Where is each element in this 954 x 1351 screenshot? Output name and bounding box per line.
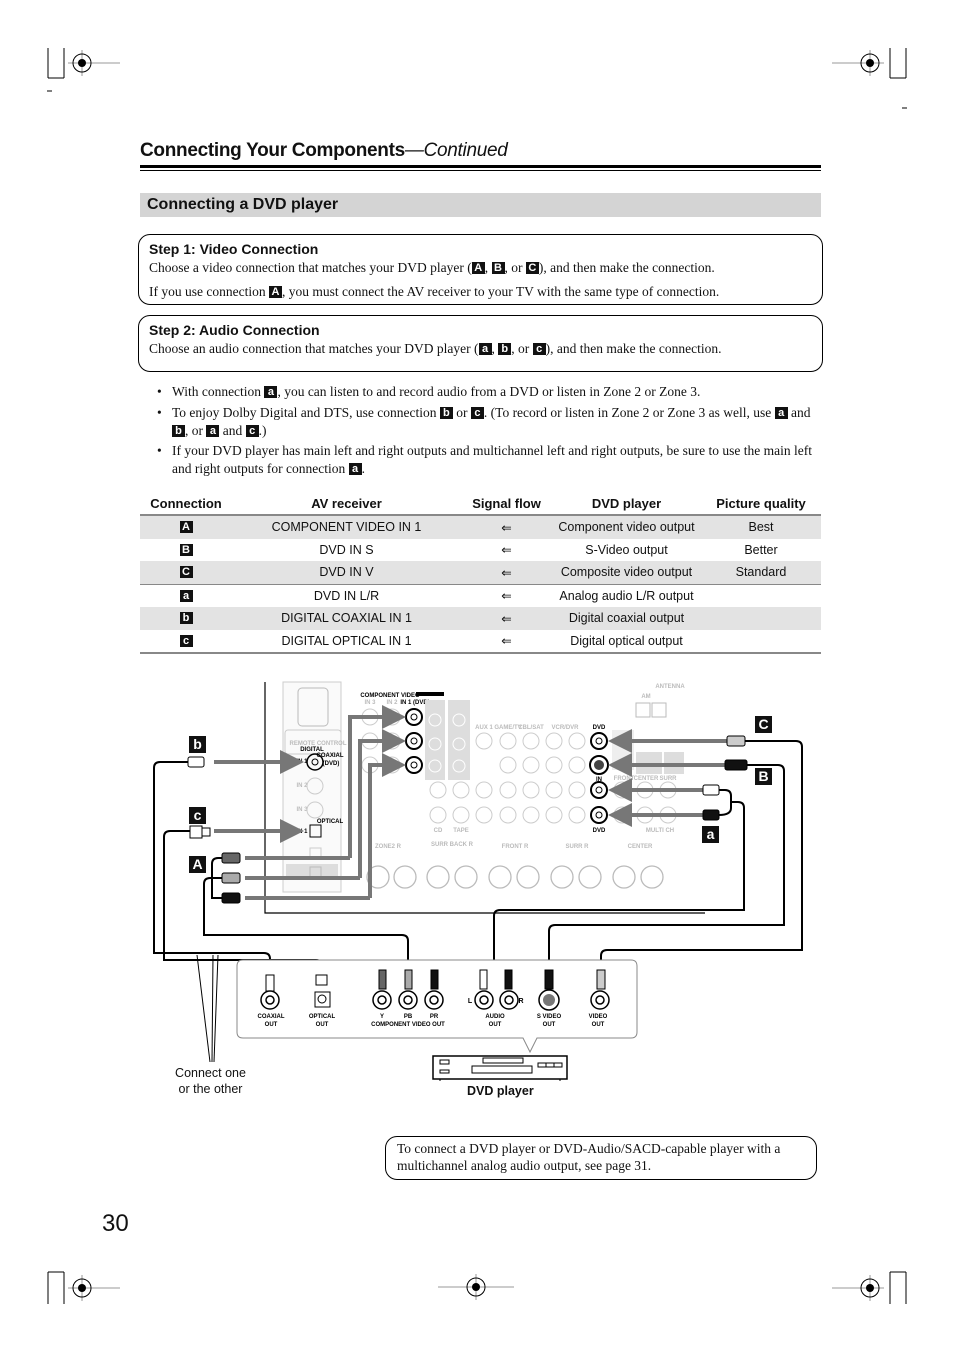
component-plug-pr xyxy=(221,892,241,904)
connect-one-or-other-note: Connect one or the other xyxy=(175,1066,246,1096)
output-label: PB xyxy=(404,1014,413,1020)
component-in3-label: IN 3 xyxy=(364,700,376,706)
label-connection-B: B xyxy=(755,768,772,785)
speaker-terminals: ZONE2 R SURR BACK R FRONT R SURR R CENTE… xyxy=(366,842,664,889)
optical-plug xyxy=(189,825,203,839)
output-label: OUT xyxy=(592,1022,605,1028)
group-label: CD xyxy=(434,828,443,834)
output-label: OUT xyxy=(265,1022,278,1028)
speaker-label: ZONE2 R xyxy=(375,844,402,850)
audio-plug-l xyxy=(702,784,720,796)
dvd-group-label-bottom: DVD xyxy=(593,828,606,834)
surr-label: SURR xyxy=(659,776,677,782)
component-plug-pb xyxy=(221,872,241,884)
digital-in2-label: IN 2 xyxy=(296,783,308,789)
dvd-in-v-jack xyxy=(590,732,608,750)
component-video-in1-jacks xyxy=(405,708,423,774)
label-connection-a: a xyxy=(702,826,719,843)
dvd-tag: (DVD) xyxy=(323,761,340,767)
component-in2-label: IN 2 xyxy=(386,700,398,706)
label-connection-A: A xyxy=(189,856,206,873)
dvd-player-icon xyxy=(432,1055,568,1081)
multichannel-note-text: To connect a DVD player or DVD-Audio/SAC… xyxy=(397,1141,781,1173)
am-label: AM xyxy=(641,694,650,700)
page-number: 30 xyxy=(102,1210,129,1237)
dvd-group-label: DVD xyxy=(593,725,606,731)
connect-one-pointer-lines xyxy=(196,954,219,1063)
coaxial-plug xyxy=(187,756,205,768)
digital-in3-label: IN 3 xyxy=(296,807,308,813)
output-label: OUT xyxy=(489,1022,502,1028)
speaker-label: CENTER xyxy=(628,844,653,850)
label-connection-C: C xyxy=(755,716,772,733)
dvd-in-r-jack xyxy=(590,806,608,824)
plugs-right xyxy=(702,735,748,821)
component-video-label: COMPONENT VIDEO xyxy=(360,693,420,699)
audio-plug-r xyxy=(702,809,720,821)
speaker-label: SURR R xyxy=(565,844,589,850)
dvd-in-l-jack xyxy=(590,781,608,799)
output-label: OPTICAL xyxy=(309,1014,336,1020)
label-connection-c: c xyxy=(189,807,206,824)
output-label: VIDEO xyxy=(589,1014,608,1020)
output-label: COAXIAL xyxy=(258,1014,285,1020)
front-label: FRONT xyxy=(614,776,635,782)
optical-out-plug xyxy=(315,974,328,986)
output-label: OUT xyxy=(543,1022,556,1028)
speaker-label: FRONT R xyxy=(502,844,529,850)
group-label: VCR/DVR xyxy=(551,725,579,731)
output-label: S VIDEO xyxy=(537,1014,562,1020)
speaker-label: SURR BACK R xyxy=(431,842,474,848)
coaxial-out-plug xyxy=(265,974,275,992)
audio-r-label: R xyxy=(518,998,523,1005)
multichannel-note-box: To connect a DVD player or DVD-Audio/SAC… xyxy=(385,1136,817,1180)
s-video-cable xyxy=(548,764,785,975)
output-label: AUDIO xyxy=(485,1014,505,1020)
label-connection-b: b xyxy=(189,736,206,753)
center-label: CENTER xyxy=(634,776,659,782)
output-label: OUT xyxy=(316,1022,329,1028)
group-label: AUX 1 xyxy=(475,725,493,731)
video-plug xyxy=(726,735,746,747)
group-label: MULTI CH xyxy=(646,828,674,834)
antenna-label: ANTENNA xyxy=(655,684,685,690)
group-label: CBL/SAT xyxy=(518,725,544,731)
s-video-plug xyxy=(724,759,748,771)
output-label: PR xyxy=(430,1014,439,1020)
optical-label: OPTICAL xyxy=(317,819,344,825)
component-video-out-label: COMPONENT VIDEO OUT xyxy=(371,1022,445,1028)
dvd-player-label: DVD player xyxy=(467,1084,534,1098)
group-label: TAPE xyxy=(453,828,469,834)
audio-l-label: L xyxy=(468,998,473,1005)
component-plug-y xyxy=(221,852,241,864)
output-label: Y xyxy=(380,1014,384,1020)
dvd-player-jack-panel: L R COAXIAL OUT OPTICAL OUT Y PB PR COMP… xyxy=(236,959,638,1054)
